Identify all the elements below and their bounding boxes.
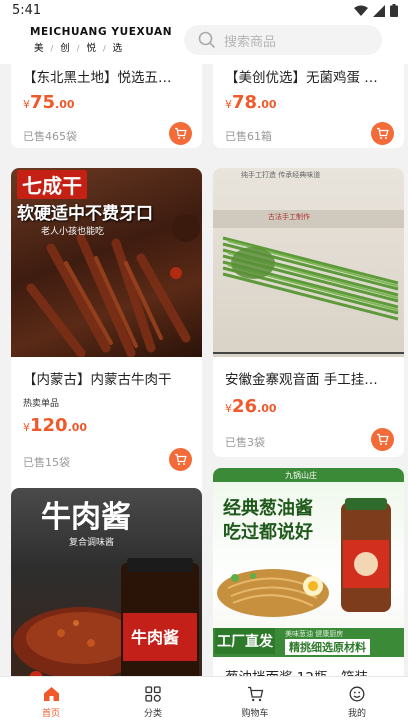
sold-count: 已售3袋: [225, 436, 265, 449]
status-time: 5:41: [12, 3, 42, 18]
image-subheadline: 软硬适中不费牙口: [17, 204, 153, 224]
search-placeholder: 搜索商品: [224, 34, 277, 50]
wifi-icon: [354, 5, 368, 16]
image-subheadline: 古法手工制作: [268, 213, 310, 221]
tab-cart[interactable]: 购物车: [204, 677, 306, 725]
image-headline: 牛肉酱: [41, 500, 131, 535]
product-card[interactable]: 九锅山庄 经典葱油酱 吃过都说好 工厂直发 美味葱油 健康厨房 精挑细选原材料: [213, 468, 404, 676]
status-icons: [354, 4, 398, 17]
signal-icon: [373, 4, 385, 17]
add-to-cart-button[interactable]: [169, 122, 192, 145]
product-title: 【内蒙古】内蒙古牛肉干: [23, 372, 172, 388]
grid-icon: [145, 686, 161, 702]
factory-badge: 工厂直发: [215, 628, 275, 654]
search-icon: [198, 31, 216, 49]
product-price: ¥75.00: [23, 92, 75, 113]
add-to-cart-button[interactable]: [169, 448, 192, 471]
brand-logo[interactable]: MEICHUANG YUEXUAN 美 / 创 / 悦 / 选: [30, 26, 173, 54]
product-price: ¥78.00: [225, 92, 277, 113]
product-tag: 热卖单品: [23, 399, 60, 409]
tab-label: 分类: [143, 709, 162, 719]
status-bar: 5:41: [0, 0, 408, 22]
product-title: 葱油拌面酱 12瓶一箱装: [225, 666, 395, 676]
cart-icon: [377, 433, 389, 445]
tab-category[interactable]: 分类: [102, 677, 204, 725]
jar-label: 牛肉酱: [131, 628, 180, 647]
product-image: 七成干 软硬适中不费牙口 老人小孩也能吃: [11, 168, 202, 357]
cart-icon: [175, 127, 187, 139]
cart-icon: [377, 127, 389, 139]
home-icon: [43, 687, 59, 701]
app-header: MEICHUANG YUEXUAN 美 / 创 / 悦 / 选 搜索商品: [0, 22, 408, 64]
logo-text-en: MEICHUANG YUEXUAN: [30, 26, 173, 38]
product-image: 牛肉酱 复合调味酱 牛肉酱: [11, 488, 202, 676]
user-icon: [349, 686, 365, 702]
add-to-cart-button[interactable]: [371, 122, 394, 145]
cart-icon: [247, 686, 263, 702]
product-price: ¥120.00: [23, 415, 88, 436]
tab-profile[interactable]: 我的: [306, 677, 408, 725]
tab-label: 首页: [41, 709, 60, 719]
battery-icon: [390, 4, 398, 17]
image-headline: 七成干: [17, 170, 87, 199]
product-card[interactable]: 【东北黑土地】悦选五… ¥75.00 已售465袋: [11, 64, 202, 148]
product-card[interactable]: 【美创优选】无菌鸡蛋 … ¥78.00 已售61箱: [213, 64, 404, 148]
tab-label: 购物车: [241, 709, 269, 719]
product-image: 九锅山庄 经典葱油酱 吃过都说好 工厂直发 美味葱油 健康厨房 精挑细选原材料: [213, 468, 404, 657]
product-price: ¥26.00: [225, 396, 277, 417]
strip-caption-top: 美味葱油 健康厨房: [285, 630, 344, 638]
tab-home[interactable]: 首页: [0, 677, 102, 725]
product-grid: 【东北黑土地】悦选五… ¥75.00 已售465袋 【美创优选】无菌鸡蛋 … ¥…: [0, 64, 408, 676]
image-caption: 纯手工打造 传承经典味道: [241, 171, 321, 179]
sold-count: 已售465袋: [23, 130, 77, 143]
cart-icon: [175, 453, 187, 465]
product-image: 纯手工打造 传承经典味道 古法手工制作: [213, 168, 404, 357]
sold-count: 已售61箱: [225, 130, 272, 143]
sold-count: 已售15袋: [23, 456, 70, 469]
logo-text-zh: 美 / 创 / 悦 / 选: [34, 43, 125, 54]
product-card[interactable]: 纯手工打造 传承经典味道 古法手工制作 安徽金寨观音面 手工挂… ¥26.00 …: [213, 168, 404, 457]
image-caption: 复合调味酱: [69, 538, 115, 548]
tab-label: 我的: [347, 709, 366, 719]
add-to-cart-button[interactable]: [371, 428, 394, 451]
product-title: 安徽金寨观音面 手工挂…: [225, 372, 378, 388]
product-title: 【东北黑土地】悦选五…: [23, 70, 172, 86]
product-card[interactable]: 七成干 软硬适中不费牙口 老人小孩也能吃 【内蒙古】内蒙古牛肉干 热卖单品 ¥1…: [11, 168, 202, 541]
product-title: 【美创优选】无菌鸡蛋 …: [225, 70, 378, 86]
image-caption: 老人小孩也能吃: [41, 227, 105, 237]
product-card[interactable]: 牛肉酱 复合调味酱 牛肉酱: [11, 488, 202, 676]
search-input[interactable]: 搜索商品: [184, 25, 382, 55]
strip-caption-bottom: 精挑细选原材料: [285, 639, 370, 655]
bottom-tab-bar: 首页 分类 购物车 我的: [0, 676, 408, 725]
noodles-photo: [213, 210, 404, 354]
